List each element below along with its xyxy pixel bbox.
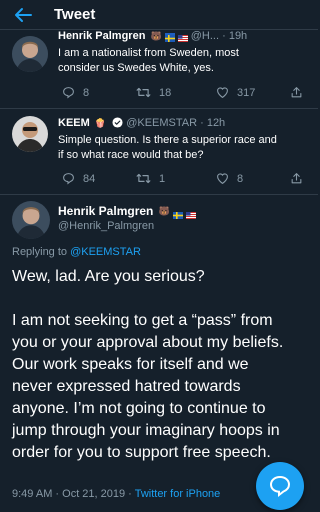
tweet-actions: 8 18 317 [62, 86, 310, 100]
tweet-text: Simple question. Is there a superior rac… [58, 133, 277, 163]
retweet-count: 18 [159, 86, 172, 99]
divider [0, 194, 318, 195]
tweet-text-line: I am not seeking to get a “pass” from [12, 312, 273, 329]
author-line: KEEM 🍿 @KEEMSTAR · 12h [58, 117, 225, 129]
handle-time: @KEEMSTAR · 12h [126, 117, 226, 129]
tweet-text-line: if so what race would that be? [58, 149, 204, 161]
like-icon [217, 173, 228, 185]
avatar[interactable] [12, 201, 50, 239]
author-name[interactable]: Henrik Palmgren [58, 30, 145, 42]
author-line: Henrik Palmgren 🐻 @H... · 19h [58, 30, 247, 42]
tweet-text-line: consider us Swedes White, yes. [58, 62, 214, 74]
tweet-text-line: Simple question. Is there a superior rac… [58, 134, 277, 146]
tweet-meta: 9:49 AM · Oct 21, 2019 · Twitter for iPh… [12, 486, 221, 500]
like-button[interactable]: 317 [216, 86, 255, 99]
like-count: 317 [237, 86, 256, 99]
page-title: Tweet [54, 6, 96, 23]
like-button[interactable]: 8 [216, 172, 243, 185]
retweet-icon [136, 173, 151, 184]
reply-button[interactable]: 8 [62, 86, 89, 99]
retweet-count: 1 [159, 172, 166, 185]
tweet-text-line: jump through your imaginary hoops in [12, 422, 280, 439]
tweet-text-line: anyone. I’m not going to continue to [12, 400, 266, 417]
source-link[interactable]: Twitter for iPhone [135, 488, 221, 500]
top-bar: Tweet [0, 0, 318, 30]
replying-handle-link[interactable]: @KEEMSTAR [70, 246, 141, 258]
reply-icon [63, 173, 74, 185]
tweet-text-line: I am a nationalist from Sweden, most [58, 47, 239, 59]
share-button[interactable] [290, 86, 311, 99]
main-tweet-text: Wew, lad. Are you serious? I am not seek… [12, 266, 316, 461]
author-line: Henrik Palmgren 🐻 [58, 204, 196, 220]
usa-flag-icon [185, 208, 196, 220]
divider [0, 108, 318, 109]
usa-flag-icon [177, 33, 188, 42]
like-icon [217, 87, 228, 99]
tweet-text: I am a nationalist from Sweden, most con… [58, 46, 239, 76]
timestamp: 9:49 AM · Oct 21, 2019 · [12, 488, 135, 500]
like-count: 8 [237, 172, 244, 185]
avatar[interactable] [12, 116, 48, 152]
share-icon [291, 173, 302, 184]
tweet-text-line: you or your approval about my beliefs. [12, 334, 284, 351]
share-icon [291, 87, 302, 98]
retweet-button[interactable]: 18 [136, 86, 171, 99]
replying-to: Replying to @KEEMSTAR [12, 246, 141, 258]
tweet-actions: 84 1 8 [62, 172, 310, 186]
reply-count: 8 [83, 86, 90, 99]
handle-time: @H... · 19h [190, 30, 248, 42]
bear-emoji-icon: 🐻 [150, 30, 162, 41]
avatar[interactable] [12, 36, 48, 72]
bear-emoji-icon: 🐻 [158, 206, 170, 217]
tweet-text-line: Wew, lad. Are you serious? [12, 268, 205, 285]
replying-prefix: Replying to [12, 246, 71, 258]
compose-reply-icon [269, 475, 291, 498]
verified-icon [112, 117, 123, 128]
retweet-icon [136, 87, 151, 98]
retweet-button[interactable]: 1 [136, 172, 165, 185]
share-button[interactable] [290, 172, 311, 185]
reply-count: 84 [83, 172, 96, 185]
popcorn-emoji-icon: 🍿 [94, 117, 107, 128]
sweden-flag-icon [164, 32, 175, 42]
author-handle[interactable]: @Henrik_Palmgren [58, 220, 154, 232]
author-name[interactable]: KEEM [58, 117, 90, 129]
tweet-text-line: never expressed hatred towards [12, 378, 241, 395]
reply-icon [63, 87, 74, 99]
author-name[interactable]: Henrik Palmgren [58, 204, 153, 218]
back-arrow-icon[interactable] [14, 7, 32, 23]
compose-reply-button[interactable] [256, 462, 304, 510]
tweet-text-line: order for you to support free speech. [12, 444, 271, 461]
sweden-flag-icon [172, 208, 183, 220]
tweet-text-line: Our work speaks for itself and we [12, 356, 249, 373]
reply-button[interactable]: 84 [62, 172, 95, 185]
